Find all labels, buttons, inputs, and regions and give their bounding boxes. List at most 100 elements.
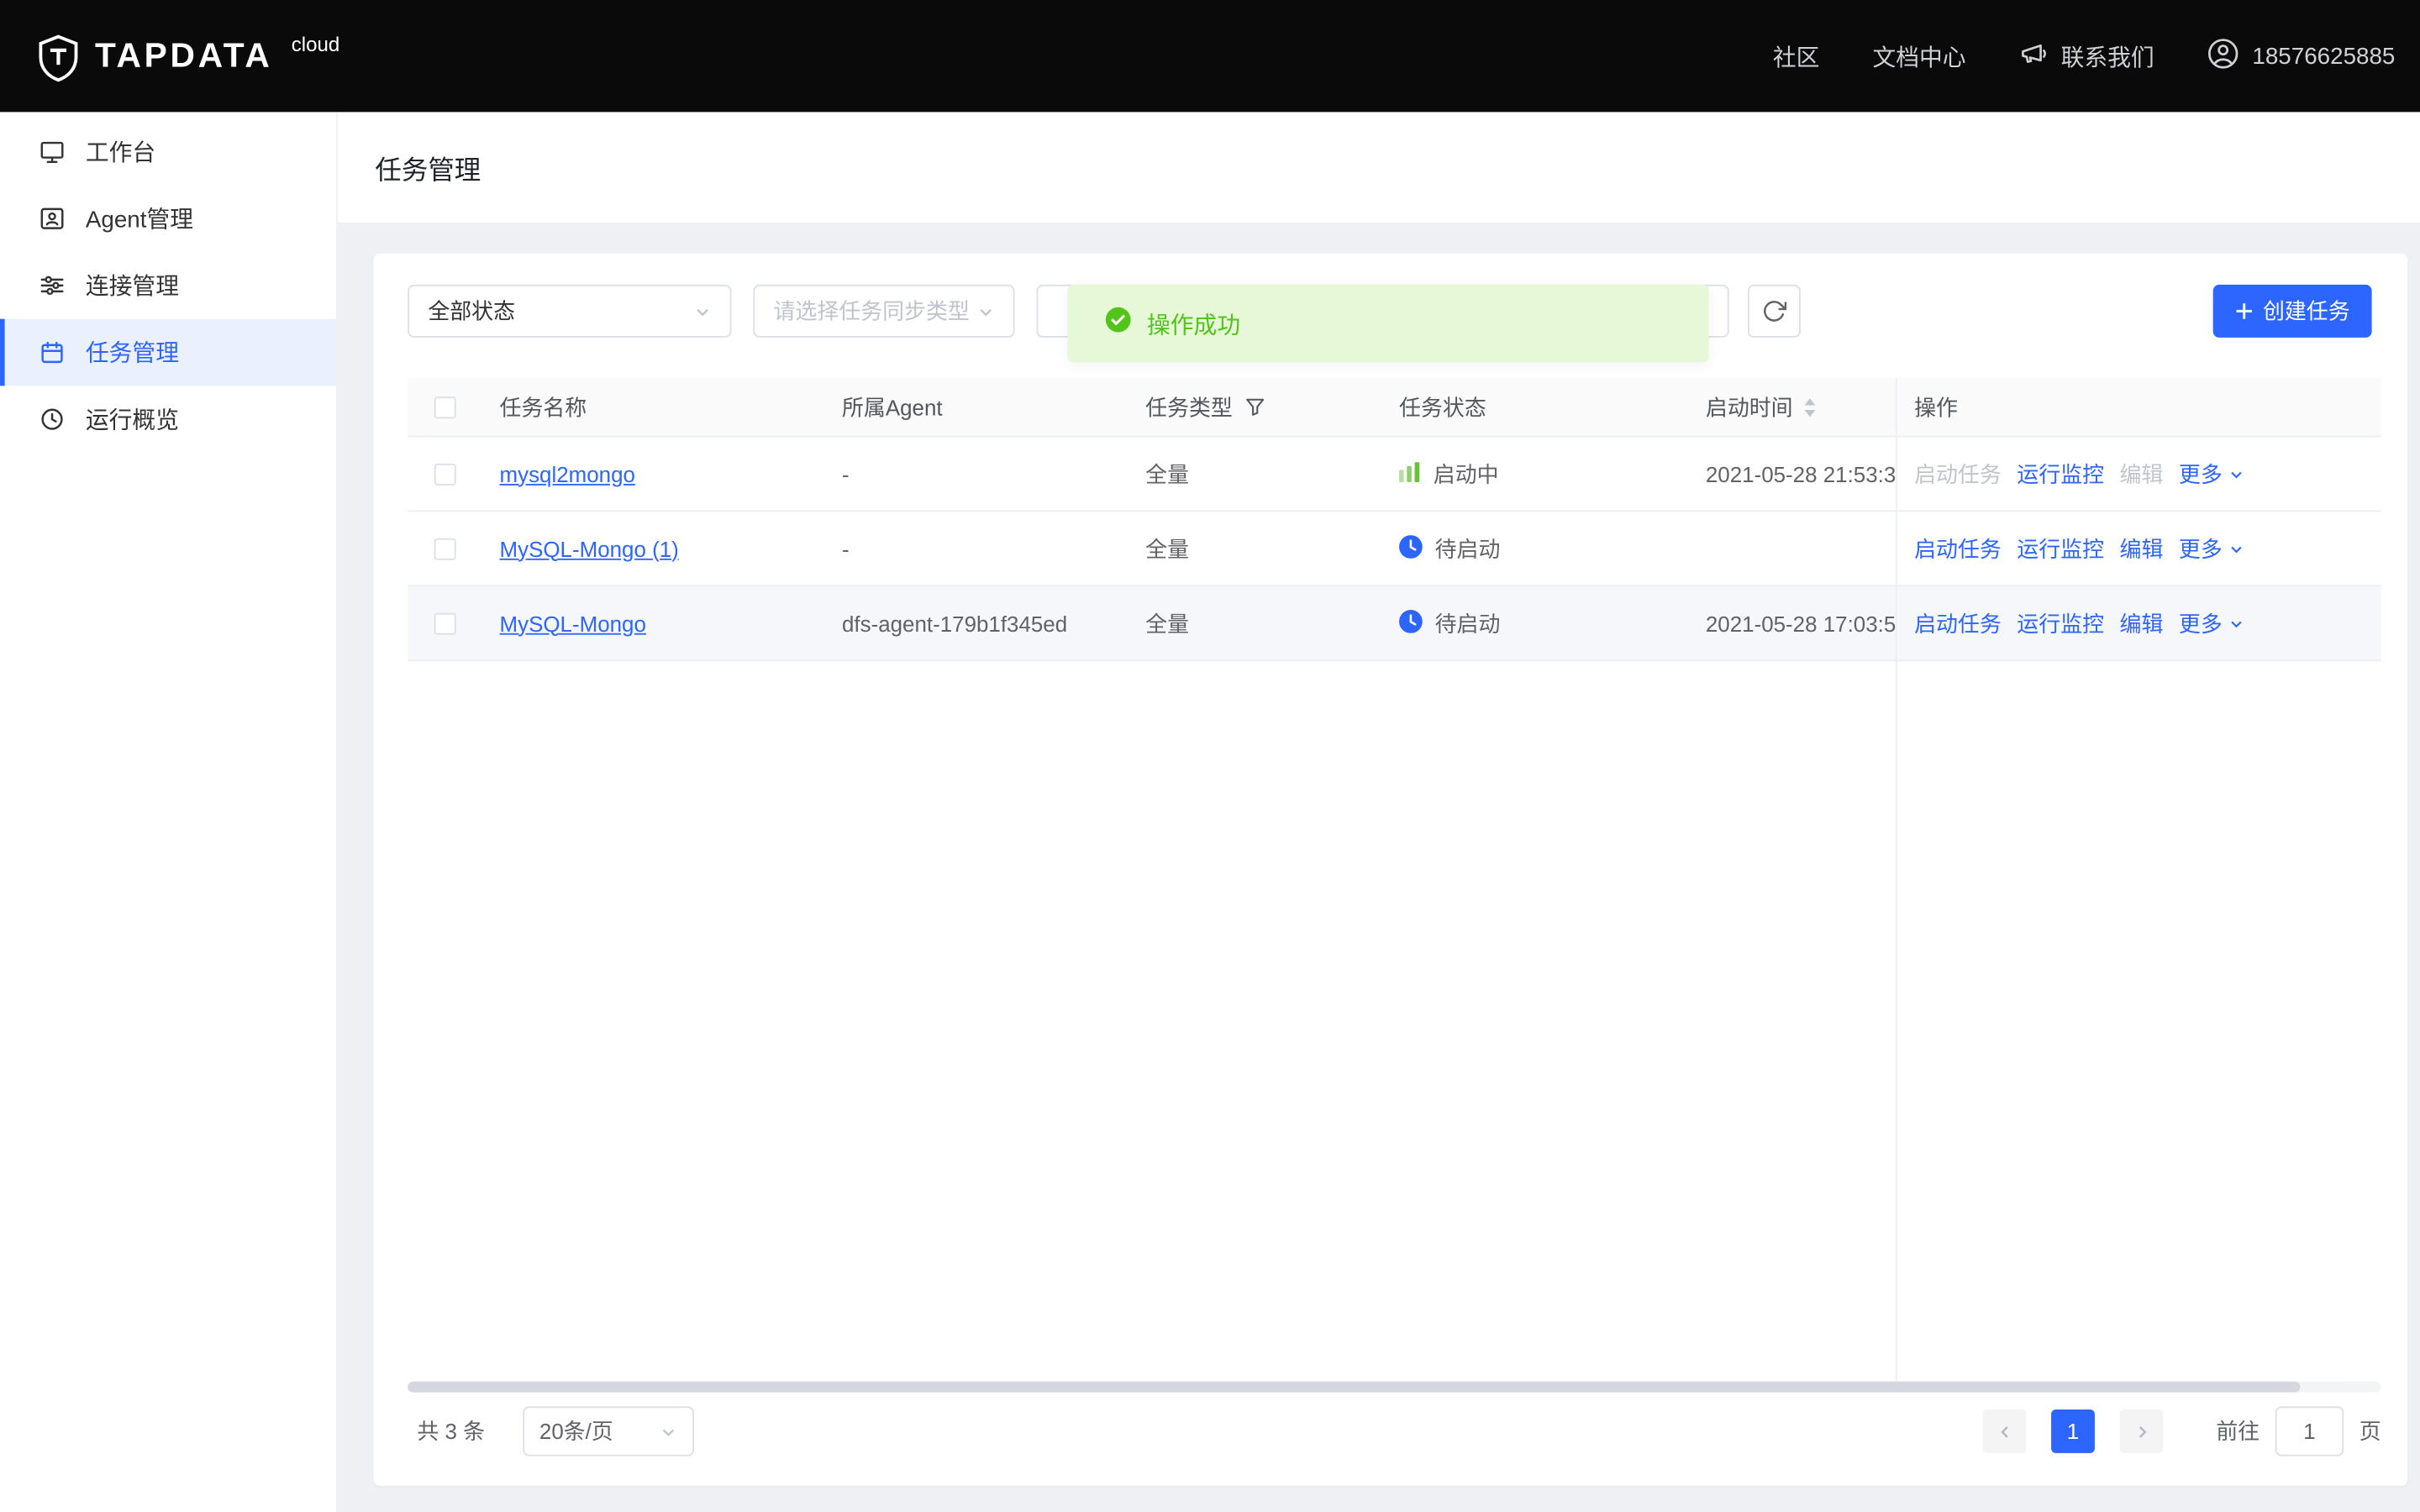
workbench-icon: [39, 139, 65, 165]
nav-docs[interactable]: 文档中心: [1872, 39, 1965, 72]
more-label: 更多: [2179, 533, 2223, 564]
col-header-task-type[interactable]: 任务类型: [1128, 378, 1382, 436]
header-check-cell: [408, 378, 482, 436]
horizontal-scrollbar[interactable]: [408, 1382, 2381, 1393]
prev-page-button[interactable]: [1983, 1410, 2027, 1453]
col-header-agent[interactable]: 所属Agent: [825, 378, 1128, 436]
run-monitor-action[interactable]: 运行监控: [2017, 607, 2104, 638]
chevron-left-icon: [1996, 1423, 2012, 1440]
nav-docs-label: 文档中心: [1872, 39, 1965, 72]
agent-icon: [39, 205, 65, 231]
goto-page-group: 前往 页: [2216, 1406, 2381, 1456]
table-row: mysql2mongo - 全量 启动中 20: [408, 437, 2381, 512]
col-header-task-name[interactable]: 任务名称: [482, 378, 824, 436]
task-name-link[interactable]: mysql2mongo: [500, 461, 635, 486]
sidebar-item-workbench[interactable]: 工作台: [0, 118, 336, 186]
goto-label: 前往: [2216, 1415, 2260, 1446]
row-checkbox[interactable]: [434, 463, 456, 485]
col-header-label: 启动时间: [1706, 391, 1793, 423]
nav-account[interactable]: 18576625885: [2207, 37, 2396, 76]
start-time-value: 2021-05-28 21:53:3: [1706, 461, 1896, 486]
sync-type-placeholder: 请选择任务同步类型: [773, 296, 969, 327]
sidebar-item-agent[interactable]: Agent管理: [0, 185, 336, 252]
more-action[interactable]: 更多: [2179, 533, 2244, 564]
col-header-start-time[interactable]: 启动时间: [1689, 378, 1896, 436]
refresh-icon: [1762, 299, 1787, 324]
status-filter-select[interactable]: 全部状态: [408, 285, 731, 338]
page-size-value: 20条/页: [539, 1415, 613, 1446]
pager: 1 前往 页: [1983, 1406, 2381, 1456]
brand[interactable]: TAPDATA cloud: [37, 30, 339, 81]
table-row: MySQL-Mongo dfs-agent-179b1f345ed 全量 待启动: [408, 586, 2381, 661]
run-monitor-action[interactable]: 运行监控: [2017, 458, 2104, 489]
sync-type-select[interactable]: 请选择任务同步类型: [753, 285, 1014, 338]
edit-action[interactable]: 编辑: [2120, 533, 2164, 564]
page-number-button[interactable]: 1: [2051, 1410, 2095, 1453]
filter-funnel-icon[interactable]: [1245, 396, 1265, 417]
more-action[interactable]: 更多: [2179, 458, 2244, 489]
status-running-icon: [1399, 461, 1421, 486]
status-waiting-icon: [1399, 534, 1423, 562]
col-header-operations: 操作: [1896, 378, 2381, 436]
nav-contact[interactable]: 联系我们: [2019, 38, 2154, 74]
fixed-column-divider: [1896, 378, 1897, 1382]
page-title: 任务管理: [375, 148, 481, 186]
sidebar-item-label: 运行概览: [86, 403, 179, 436]
task-name-link[interactable]: MySQL-Mongo: [500, 611, 646, 636]
task-type-value: 全量: [1145, 533, 1189, 564]
refresh-button[interactable]: [1748, 285, 1801, 338]
select-all-checkbox[interactable]: [434, 396, 456, 417]
col-header-task-status[interactable]: 任务状态: [1382, 378, 1689, 436]
sort-icon[interactable]: [1802, 396, 1818, 417]
agent-value: -: [842, 536, 850, 561]
edit-action[interactable]: 编辑: [2120, 458, 2164, 489]
tapdata-cloud-app: TAPDATA cloud 社区 文档中心 联系我们: [0, 0, 2420, 1512]
toast-message: 操作成功: [1147, 307, 1240, 340]
overview-icon: [39, 406, 65, 432]
row-checkbox[interactable]: [434, 538, 456, 559]
sidebar-item-overview[interactable]: 运行概览: [0, 386, 336, 453]
col-header-label: 任务状态: [1399, 391, 1486, 423]
chevron-down-icon: [2228, 466, 2244, 482]
task-management-card: 全部状态 请选择任务同步类型 创建任务: [374, 254, 2408, 1486]
more-action[interactable]: 更多: [2179, 607, 2244, 638]
table-header-row: 任务名称 所属Agent 任务类型 任务状态: [408, 378, 2381, 437]
total-count-label: 共 3 条: [417, 1415, 485, 1446]
start-task-action[interactable]: 启动任务: [1914, 533, 2002, 564]
agent-value: -: [842, 461, 850, 486]
nav-community[interactable]: 社区: [1773, 39, 1820, 72]
sidebar-item-label: 任务管理: [86, 336, 179, 369]
start-time-value: 2021-05-28 17:03:5: [1706, 611, 1896, 636]
status-label: 待启动: [1435, 607, 1501, 638]
task-icon: [39, 339, 65, 365]
chevron-down-icon: [2228, 541, 2244, 557]
page-header: 任务管理: [338, 112, 2420, 222]
run-monitor-action[interactable]: 运行监控: [2017, 533, 2104, 564]
edit-action[interactable]: 编辑: [2120, 607, 2164, 638]
start-task-action[interactable]: 启动任务: [1914, 458, 2002, 489]
next-page-button[interactable]: [2120, 1410, 2164, 1453]
task-table: 任务名称 所属Agent 任务类型 任务状态: [408, 378, 2381, 1393]
sidebar-item-task[interactable]: 任务管理: [0, 319, 336, 386]
topbar: TAPDATA cloud 社区 文档中心 联系我们: [0, 0, 2420, 112]
row-checkbox[interactable]: [434, 612, 456, 634]
start-task-action[interactable]: 启动任务: [1914, 607, 2002, 638]
nav-contact-label: 联系我们: [2061, 39, 2154, 72]
tapdata-logo-icon: [37, 34, 79, 81]
page-size-select[interactable]: 20条/页: [523, 1406, 694, 1456]
create-task-button[interactable]: 创建任务: [2213, 285, 2372, 338]
sidebar-item-label: 连接管理: [86, 269, 179, 302]
connection-icon: [39, 272, 65, 298]
brand-cloud-label: cloud: [292, 32, 340, 55]
nav-community-label: 社区: [1773, 39, 1820, 72]
chevron-down-icon: [977, 302, 994, 319]
row-check-cell: [408, 437, 482, 510]
task-type-value: 全量: [1145, 607, 1189, 638]
task-name-link[interactable]: MySQL-Mongo (1): [500, 536, 679, 561]
more-label: 更多: [2179, 607, 2223, 638]
col-header-label: 所属Agent: [842, 391, 943, 423]
sidebar-item-connection[interactable]: 连接管理: [0, 252, 336, 319]
goto-page-input[interactable]: [2275, 1406, 2344, 1456]
status-label: 启动中: [1434, 458, 1499, 489]
scrollbar-thumb[interactable]: [408, 1382, 2300, 1393]
